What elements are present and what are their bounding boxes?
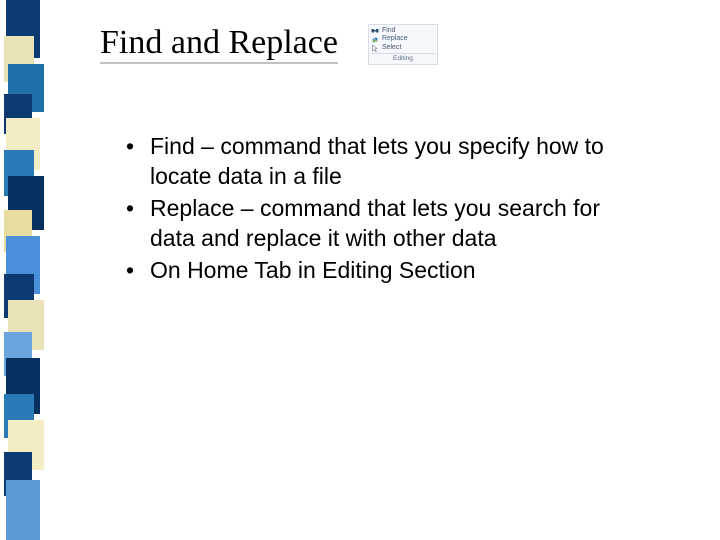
title-area: Find and Replace Find Replace [100, 24, 438, 65]
editing-find-row: Find [371, 27, 435, 35]
slide: Find and Replace Find Replace [0, 0, 720, 540]
editing-replace-label: Replace [382, 35, 408, 43]
deco-block [6, 480, 40, 540]
editing-select-row: Select [371, 44, 435, 52]
editing-footer-label: Editing [371, 53, 435, 63]
editing-find-label: Find [382, 27, 396, 35]
cursor-icon [371, 44, 379, 52]
bullet-item: On Home Tab in Editing Section [120, 256, 650, 286]
binoculars-icon [371, 27, 379, 35]
slide-title: Find and Replace [100, 25, 338, 65]
decorative-sidebar [0, 0, 48, 540]
bullet-item: Replace – command that lets you search f… [120, 194, 650, 254]
replace-icon [371, 36, 379, 44]
editing-select-label: Select [382, 44, 401, 52]
slide-body: Find – command that lets you specify how… [120, 132, 650, 287]
editing-replace-row: Replace [371, 35, 435, 43]
bullet-item: Find – command that lets you specify how… [120, 132, 650, 192]
editing-group-thumbnail: Find Replace Select Editing [368, 24, 438, 65]
